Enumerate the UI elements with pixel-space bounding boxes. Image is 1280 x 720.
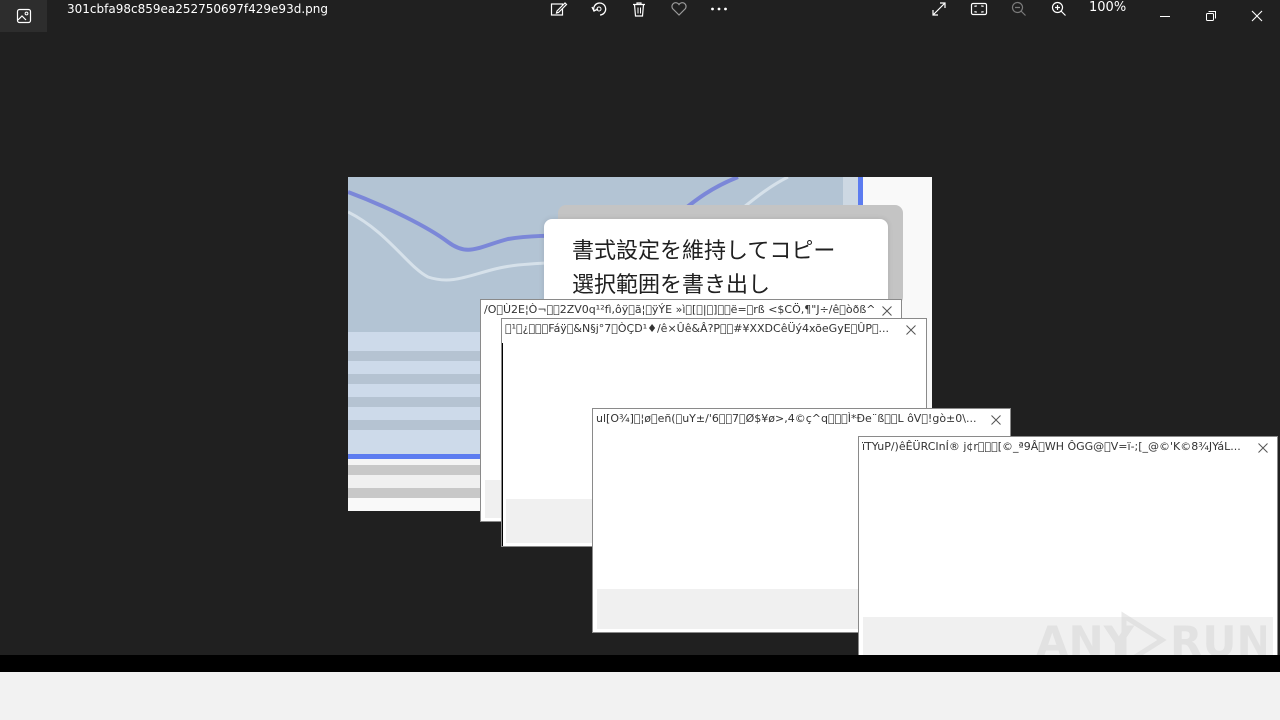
edit-button[interactable] bbox=[544, 0, 574, 18]
zoom-in-icon bbox=[1051, 1, 1066, 16]
close-window-button[interactable] bbox=[1234, 0, 1280, 32]
popup-title: ul[O¾] ¦ø eñ( uY±/'6  7 Ø$¥ø>,4©ç^q   Ì*… bbox=[596, 412, 977, 425]
popup-title: ïTYuP/)êÊÜRCInÍ® j¢r   [©_ª9Â WH ÔGG@ V=… bbox=[862, 440, 1241, 453]
restore-icon bbox=[1206, 11, 1216, 21]
fullscreen-button[interactable] bbox=[924, 0, 954, 18]
minimize-button[interactable] bbox=[1142, 0, 1188, 32]
image-stripe bbox=[348, 361, 480, 374]
image-stripe bbox=[348, 475, 480, 488]
close-icon bbox=[882, 306, 892, 316]
favorite-button[interactable] bbox=[664, 0, 694, 18]
favorite-icon bbox=[671, 2, 687, 16]
close-icon bbox=[1251, 10, 1263, 22]
zoom-level[interactable]: 100% bbox=[1089, 0, 1126, 16]
photos-viewer-window: 301cbfa98c859ea252750697f429e93d.png 100… bbox=[0, 0, 1280, 669]
delete-button[interactable] bbox=[624, 0, 654, 18]
image-stripe bbox=[348, 407, 480, 420]
popup-close-button[interactable] bbox=[903, 322, 919, 338]
image-stripe bbox=[348, 430, 480, 454]
title-bar: 301cbfa98c859ea252750697f429e93d.png 100… bbox=[0, 0, 1280, 32]
image-stripe bbox=[348, 397, 480, 407]
image-stripe bbox=[348, 488, 480, 498]
image-stripe bbox=[348, 420, 480, 430]
photos-app-icon bbox=[16, 8, 31, 24]
file-name: 301cbfa98c859ea252750697f429e93d.png bbox=[67, 2, 328, 16]
fit-window-button[interactable] bbox=[964, 0, 994, 18]
card-line: 選択範囲を書き出し bbox=[572, 273, 771, 298]
close-icon bbox=[1258, 443, 1268, 453]
image-stripe bbox=[348, 384, 480, 397]
popup-close-button[interactable] bbox=[879, 303, 895, 319]
popup-title:  ¹ ¿   Fáÿ &N§j°7 ÒÇD¹♦/ê×Ûê&Â?P  #¥XXDC… bbox=[505, 322, 890, 335]
more-icon bbox=[711, 7, 727, 11]
minimize-icon bbox=[1160, 16, 1170, 17]
rotate-button[interactable] bbox=[584, 0, 614, 18]
popup-left-edge bbox=[502, 343, 503, 546]
zoom-out-button[interactable] bbox=[1004, 0, 1034, 18]
zoom-in-button[interactable] bbox=[1044, 0, 1074, 18]
edit-icon bbox=[550, 2, 568, 16]
restore-button[interactable] bbox=[1188, 0, 1234, 32]
popup-close-button[interactable] bbox=[988, 412, 1004, 428]
image-stripe bbox=[348, 374, 480, 384]
zoom-out-icon bbox=[1011, 1, 1026, 16]
popup-close-button[interactable] bbox=[1255, 440, 1271, 456]
more-button[interactable] bbox=[704, 0, 734, 18]
close-icon bbox=[906, 325, 916, 335]
card-line: 書式設定を維持してコピー bbox=[572, 239, 836, 264]
bottom-black-strip bbox=[0, 655, 1280, 672]
app-icon-button[interactable] bbox=[0, 0, 47, 32]
fit-window-icon bbox=[970, 2, 988, 16]
close-icon bbox=[991, 415, 1001, 425]
image-stripe bbox=[348, 351, 480, 361]
image-stripe bbox=[348, 465, 480, 475]
popup-title: /O Ù2E¦Ò¬  2ZV0q¹²fì,ôÿ ã¦ ÿÝE »ì [ | ] … bbox=[484, 303, 874, 316]
image-stripe bbox=[348, 332, 480, 351]
delete-icon bbox=[633, 2, 645, 17]
rotate-icon bbox=[591, 2, 607, 16]
fullscreen-icon bbox=[932, 2, 946, 16]
